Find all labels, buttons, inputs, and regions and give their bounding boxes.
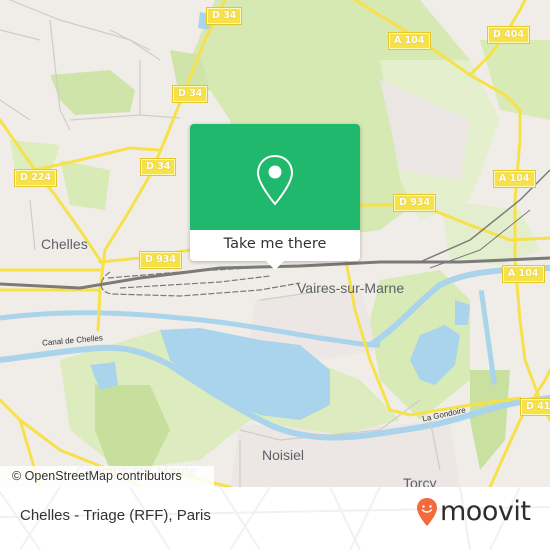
popup-header — [190, 124, 360, 230]
map-attribution[interactable]: © OpenStreetMap contributors — [0, 466, 214, 487]
moovit-pin-icon — [417, 498, 437, 526]
road-shield-d34: D 34 — [139, 158, 177, 176]
map-pin-icon — [256, 154, 294, 206]
place-label-chelles: Chelles — [41, 236, 88, 252]
road-shield-d224: D 224 — [13, 169, 58, 187]
road-shield-d41: D 41 — [519, 398, 550, 416]
road-shield-d404: D 404 — [486, 26, 531, 44]
footer-bar: Chelles - Triage (RFF), Paris moovit — [0, 487, 550, 550]
road-shield-a104: A 104 — [502, 265, 545, 283]
stop-name: Chelles - Triage (RFF), Paris — [20, 507, 211, 524]
take-me-there-button[interactable]: Take me there — [190, 230, 360, 261]
map-view[interactable]: D 34 A 104 D 404 D 34 D 34 D 224 A 104 D… — [0, 0, 550, 487]
place-label-noisiel: Noisiel — [262, 447, 305, 463]
road-shield-d934: D 934 — [392, 194, 437, 212]
road-shield-a104: A 104 — [493, 170, 536, 188]
moovit-logo[interactable]: moovit — [416, 496, 531, 527]
place-label-vaires-sur-marne: Vaires-sur-Marne — [297, 280, 405, 296]
location-popup: Take me there — [190, 124, 360, 270]
moovit-wordmark: moovit — [440, 496, 531, 527]
road-shield-d34: D 34 — [171, 85, 209, 103]
popup-pointer — [266, 261, 284, 270]
place-label-torcy: Torcy — [403, 475, 437, 487]
road-shield-d934: D 934 — [138, 251, 183, 269]
road-shield-d34: D 34 — [205, 7, 243, 25]
road-shield-a104: A 104 — [388, 32, 431, 50]
